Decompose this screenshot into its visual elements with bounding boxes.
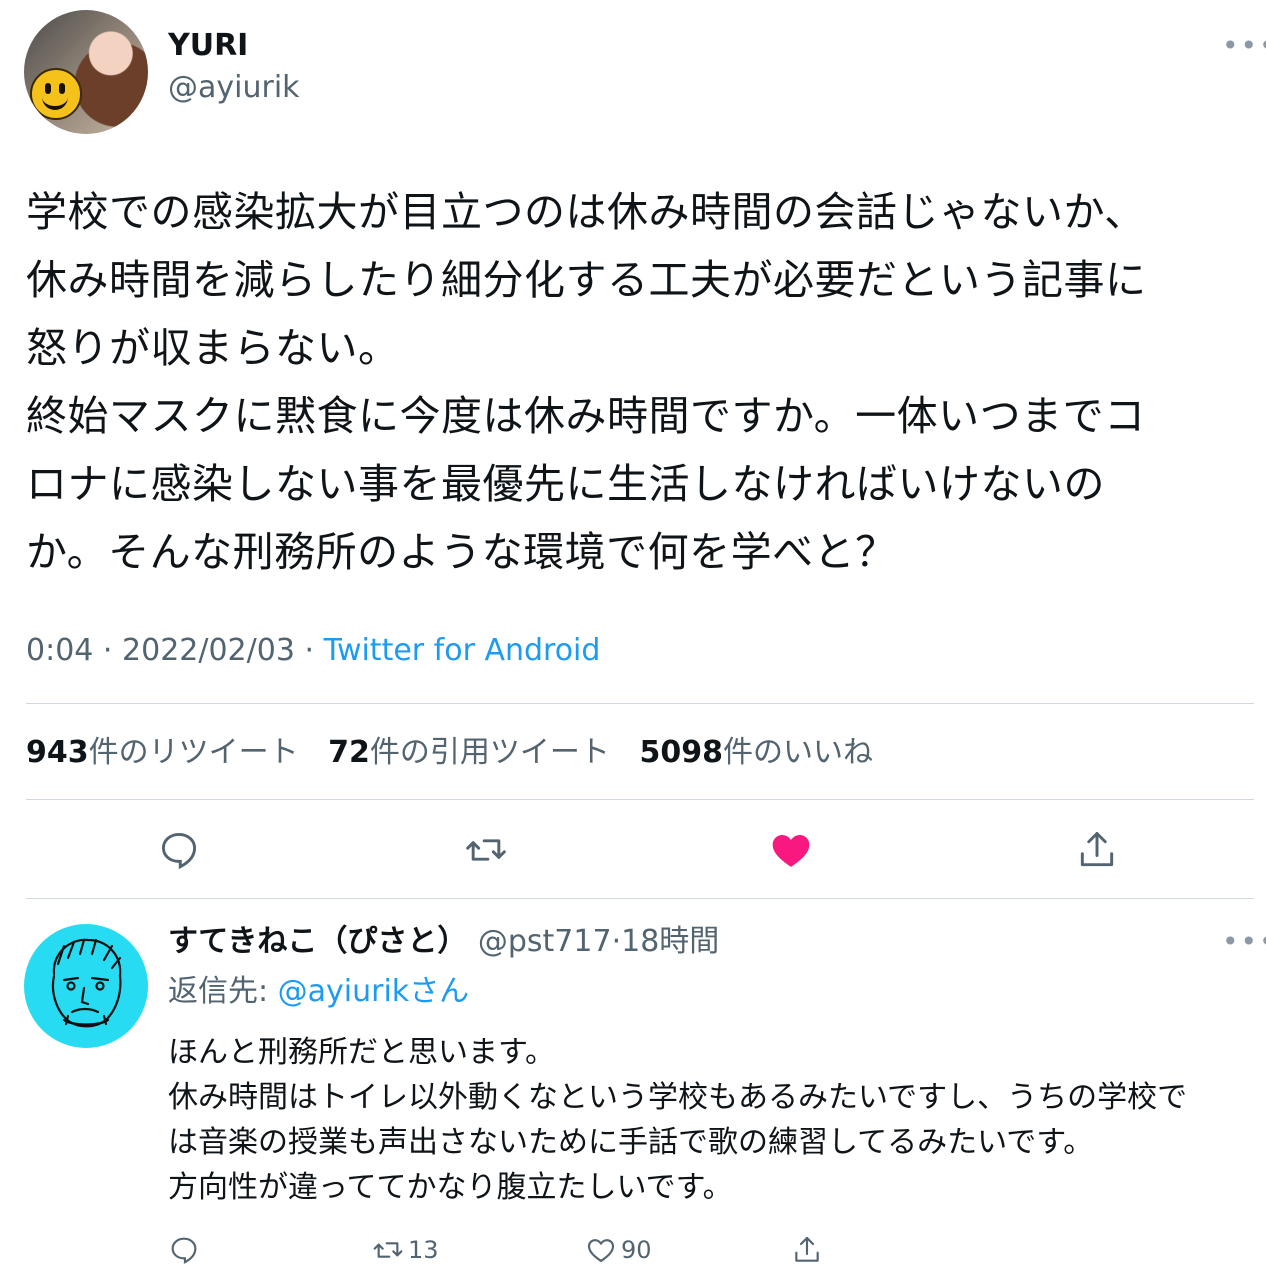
reply-header: すてきねこ（ぴさと） @pst717·18時間 bbox=[168, 922, 719, 962]
smiley-emoji-icon bbox=[30, 68, 82, 120]
author-display-name[interactable]: YURI bbox=[168, 28, 248, 64]
reply-display-name[interactable]: すてきねこ（ぴさと） bbox=[168, 924, 467, 959]
reply-icon[interactable] bbox=[157, 828, 201, 872]
meta-separator: · bbox=[304, 633, 315, 668]
share-icon bbox=[795, 1236, 819, 1262]
quotes-stat[interactable]: 72件の引用ツイート bbox=[328, 735, 610, 770]
retweets-stat[interactable]: 943件のリツイート bbox=[26, 735, 299, 770]
retweet-icon bbox=[373, 1242, 403, 1258]
like-icon[interactable] bbox=[769, 828, 813, 872]
meta-separator: · bbox=[611, 924, 622, 959]
replying-to-handle[interactable]: @ayiurik bbox=[278, 974, 410, 1009]
reply-like-count: 90 bbox=[621, 1236, 652, 1264]
reply-text: ほんと刑務所だと思います。 休み時間はトイレ以外動くなという学校もあるみたいです… bbox=[168, 1035, 1188, 1205]
share-icon[interactable] bbox=[1075, 828, 1119, 872]
more-options-icon[interactable]: ••• bbox=[1222, 32, 1266, 60]
author-handle[interactable]: @ayiurik bbox=[168, 70, 300, 106]
replying-to-suffix: さん bbox=[409, 974, 470, 1009]
replying-to: 返信先: @ayiurikさん bbox=[168, 972, 469, 1012]
reply-reply-button[interactable] bbox=[168, 1232, 200, 1268]
meta-separator: · bbox=[102, 633, 113, 668]
more-options-icon[interactable]: ••• bbox=[1222, 928, 1266, 956]
reply-time[interactable]: 18時間 bbox=[621, 924, 719, 959]
reply-handle[interactable]: @pst717 bbox=[478, 924, 612, 959]
reply-icon bbox=[171, 1237, 197, 1264]
tweet-text: 学校での感染拡大が目立つのは休み時間の会話じゃないか、 休み時間を減らしたり細分… bbox=[26, 188, 1147, 576]
reply-like-button[interactable]: 90 bbox=[585, 1232, 652, 1268]
reply-retweet-button[interactable]: 13 bbox=[372, 1232, 439, 1268]
divider bbox=[26, 703, 1254, 704]
divider bbox=[26, 898, 1254, 899]
tweet-time[interactable]: 0:04 bbox=[26, 633, 93, 668]
reply-share-button[interactable] bbox=[791, 1232, 823, 1268]
reply-retweet-count: 13 bbox=[408, 1236, 439, 1264]
tweet-meta: 0:04 · 2022/02/03 · Twitter for Android bbox=[26, 631, 600, 671]
avatar[interactable] bbox=[24, 10, 148, 134]
tweet-date[interactable]: 2022/02/03 bbox=[122, 633, 295, 668]
likes-stat[interactable]: 5098件のいいね bbox=[639, 735, 873, 770]
tweet-source-link[interactable]: Twitter for Android bbox=[324, 633, 601, 668]
reply-avatar[interactable] bbox=[24, 924, 148, 1048]
heart-icon bbox=[587, 1239, 615, 1263]
retweet-icon[interactable] bbox=[464, 828, 508, 872]
divider bbox=[26, 799, 1254, 800]
tweet-stats: 943件のリツイート 72件の引用ツイート 5098件のいいね bbox=[26, 733, 873, 773]
replying-to-label: 返信先: bbox=[168, 974, 278, 1009]
